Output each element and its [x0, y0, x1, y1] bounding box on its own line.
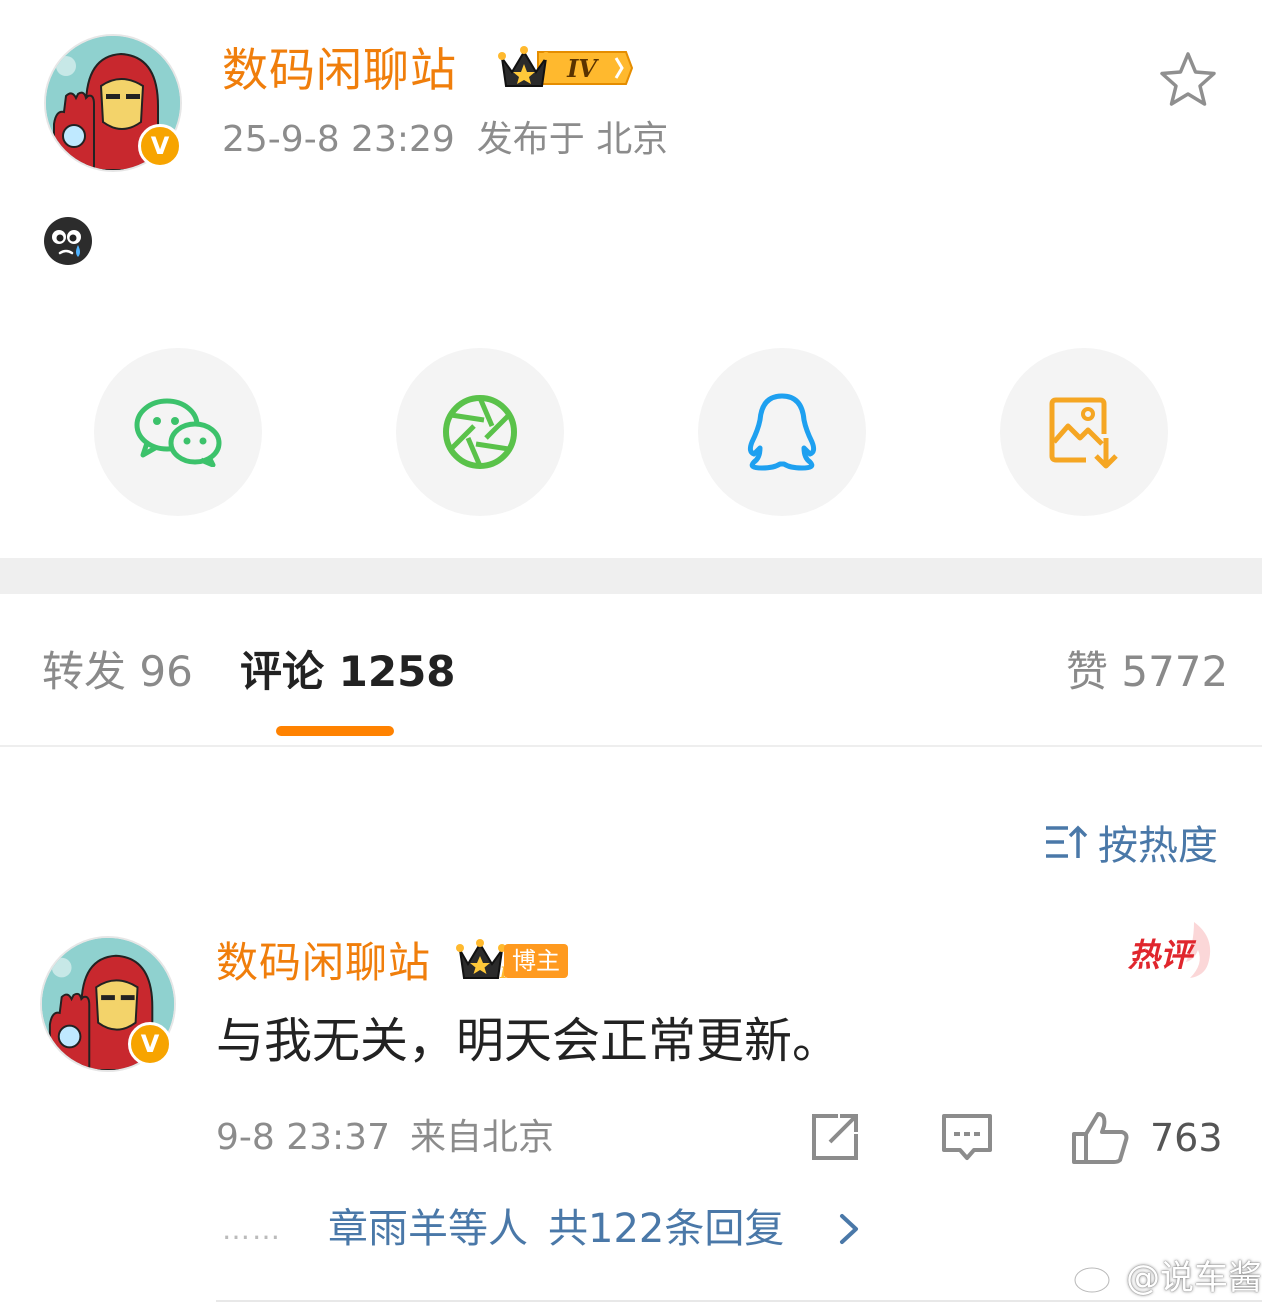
svg-text:热评: 热评 [1127, 936, 1197, 974]
share-save-image-button[interactable] [1000, 348, 1168, 516]
tab-repost[interactable]: 转发 96 [42, 642, 193, 702]
sort-icon [1046, 825, 1088, 858]
reply-users: 章雨羊等人 [328, 1206, 528, 1252]
wechat-icon [134, 398, 222, 467]
svg-text:IV: IV [566, 54, 599, 83]
sort-by-hot-button[interactable]: 按热度 [1044, 812, 1218, 872]
share-wechat-button[interactable] [94, 348, 262, 516]
tab-likes[interactable]: 赞 5772 [1066, 642, 1228, 702]
repost-icon[interactable] [808, 1110, 862, 1164]
share-moments-button[interactable] [396, 348, 564, 516]
watermark-text: @说车酱 [1126, 1257, 1262, 1298]
level-crown-badge: IV [498, 46, 634, 87]
like-thumb-icon[interactable] [1070, 1110, 1130, 1166]
reply-dots: …… [222, 1213, 282, 1246]
save-image-icon [1049, 397, 1118, 469]
favorite-star-icon[interactable] [1156, 48, 1220, 112]
blogger-badge: IV 博主 [456, 938, 568, 982]
watermark: @说车酱 [1072, 1250, 1262, 1298]
share-qq-button[interactable] [698, 348, 866, 516]
section-divider [0, 558, 1262, 594]
reply-total: 共122条回复 [548, 1206, 785, 1252]
blogger-tag: 博主 [504, 944, 568, 978]
tabs-border [0, 745, 1262, 747]
comment-text: 与我无关，明天会正常更新。 [216, 1013, 841, 1069]
comment-divider [216, 1300, 1262, 1302]
commenter-verified-badge: V [128, 1022, 172, 1066]
crying-emoji-icon [44, 217, 92, 265]
post-meta: 25-9-8 23:29 发布于 北京 [222, 115, 668, 165]
weibo-logo-icon [1073, 1258, 1118, 1294]
tab-active-indicator [276, 726, 394, 736]
sort-label: 按热度 [1098, 823, 1218, 869]
post-time: 25-9-8 23:29 [222, 119, 455, 160]
hot-comment-tag: 热评 [1127, 922, 1211, 978]
verified-badge: V [138, 124, 182, 168]
commenter-name[interactable]: 数码闲聊站 [216, 934, 431, 992]
tab-comments[interactable]: 评论 1258 [240, 642, 456, 702]
comment-meta: 9-8 23:37 来自北京 [216, 1112, 554, 1164]
comment-time: 9-8 23:37 [216, 1117, 390, 1158]
qq-icon [747, 393, 817, 471]
poster-name[interactable]: 数码闲聊站 [222, 40, 457, 100]
chevron-right-icon[interactable] [838, 1212, 860, 1246]
post-location: 发布于 北京 [476, 119, 669, 160]
view-replies-link[interactable]: 章雨羊等人 共122条回复 [328, 1200, 784, 1258]
moments-icon [443, 395, 517, 469]
comment-icon[interactable] [940, 1110, 994, 1164]
like-count: 763 [1150, 1116, 1223, 1160]
comment-location: 来自北京 [410, 1117, 555, 1158]
